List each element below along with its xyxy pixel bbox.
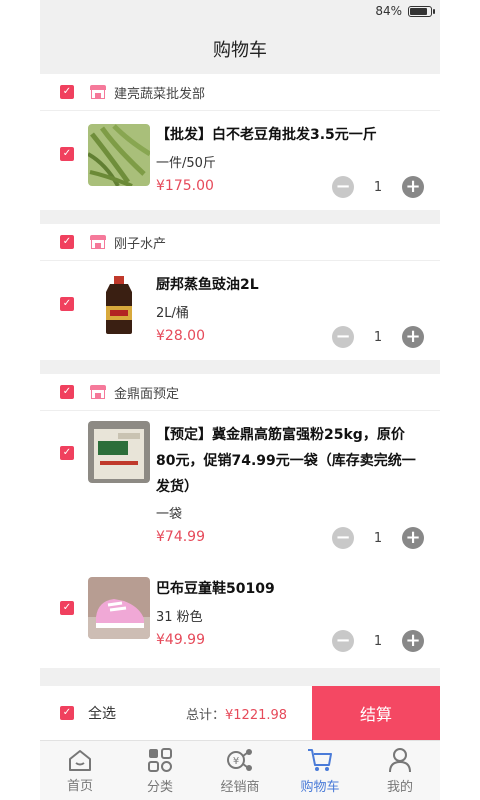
item-checkbox[interactable]: ✓: [60, 297, 74, 311]
decrease-button[interactable]: −: [332, 527, 354, 549]
tab-bar: 首页 分类 ¥ 经销商 购物车 我的: [40, 740, 440, 800]
quantity-stepper: − 1 +: [332, 527, 424, 549]
cart-item: ✓ 厨邦蒸鱼豉油2L 2L/桶 ¥28.00 − 1 +: [40, 260, 440, 360]
tab-dealer[interactable]: ¥ 经销商: [200, 741, 280, 800]
page-title: 购物车: [213, 40, 267, 61]
store-checkbox[interactable]: ✓: [60, 85, 74, 99]
quantity-value[interactable]: 1: [354, 180, 402, 195]
item-price: ¥49.99: [156, 632, 205, 648]
tab-category[interactable]: 分类: [120, 741, 200, 800]
tab-cart[interactable]: 购物车: [280, 741, 360, 800]
battery-percent: 84%: [375, 4, 402, 18]
tab-label: 购物车: [300, 780, 340, 795]
item-title[interactable]: 巴布豆童鞋50109: [156, 576, 416, 602]
increase-button[interactable]: +: [402, 176, 424, 198]
shop-icon: [90, 385, 106, 399]
total-amount: ¥1221.98: [225, 707, 288, 723]
product-image[interactable]: [88, 124, 150, 186]
item-price: ¥74.99: [156, 529, 205, 545]
app-frame: 84% 购物车 ✓ 建亮蔬菜批发部 ✓ 【批发】白不老豆角批发3.5元一斤 一件…: [40, 0, 440, 800]
svg-text:¥: ¥: [233, 756, 239, 767]
quantity-stepper: − 1 +: [332, 176, 424, 198]
item-price: ¥28.00: [156, 328, 205, 344]
store-checkbox[interactable]: ✓: [60, 385, 74, 399]
store-header: ✓ 建亮蔬菜批发部: [40, 74, 440, 111]
product-image[interactable]: [88, 421, 150, 483]
quantity-stepper: − 1 +: [332, 630, 424, 652]
quantity-stepper: − 1 +: [332, 326, 424, 348]
increase-button[interactable]: +: [402, 630, 424, 652]
store-name[interactable]: 金鼎面预定: [114, 383, 179, 402]
store-header: ✓ 金鼎面预定: [40, 374, 440, 411]
item-title[interactable]: 厨邦蒸鱼豉油2L: [156, 272, 416, 298]
checkout-button[interactable]: 结算: [312, 686, 440, 740]
select-all-label[interactable]: 全选: [88, 703, 116, 723]
quantity-value[interactable]: 1: [354, 330, 402, 345]
cart-item: ✓ 【批发】白不老豆角批发3.5元一斤 一件/50斤 ¥175.00 − 1 +: [40, 110, 440, 210]
store-name[interactable]: 建亮蔬菜批发部: [114, 83, 205, 102]
home-icon: [69, 750, 91, 771]
total-price: 总计：¥1221.98: [186, 704, 287, 723]
tab-label: 经销商: [220, 780, 260, 795]
item-spec: 一袋: [156, 507, 183, 522]
tab-label: 分类: [146, 780, 173, 795]
checkout-bar: ✓ 全选 总计：¥1221.98 结算: [40, 686, 440, 740]
store-checkbox[interactable]: ✓: [60, 235, 74, 249]
store-card: ✓ 刚子水产 ✓ 厨邦蒸鱼豉油2L 2L/桶 ¥28.00 − 1 +: [40, 224, 440, 360]
store-header: ✓ 刚子水产: [40, 224, 440, 261]
cart-item: ✓ 巴布豆童鞋50109 31 粉色 ¥49.99 − 1 +: [40, 564, 440, 664]
increase-button[interactable]: +: [402, 326, 424, 348]
item-spec: 2L/桶: [156, 306, 189, 321]
item-spec: 一件/50斤: [156, 156, 216, 171]
shop-icon: [90, 235, 106, 249]
item-spec: 31 粉色: [156, 610, 203, 625]
tab-label: 首页: [66, 779, 93, 794]
item-price: ¥175.00: [156, 178, 214, 194]
category-icon: [148, 748, 172, 772]
increase-button[interactable]: +: [402, 527, 424, 549]
store-card: ✓ 金鼎面预定 ✓ 【预定】冀金鼎高筋富强粉25kg，原价80元，促销74.99…: [40, 374, 440, 668]
quantity-value[interactable]: 1: [354, 634, 402, 649]
store-card: ✓ 建亮蔬菜批发部 ✓ 【批发】白不老豆角批发3.5元一斤 一件/50斤 ¥17…: [40, 74, 440, 210]
tab-profile[interactable]: 我的: [360, 741, 440, 800]
tab-label: 我的: [386, 780, 413, 795]
select-all-checkbox[interactable]: ✓: [60, 706, 74, 720]
profile-icon: [389, 748, 411, 773]
cart-item: ✓ 【预定】冀金鼎高筋富强粉25kg，原价80元，促销74.99元一袋（库存卖完…: [40, 410, 440, 560]
item-checkbox[interactable]: ✓: [60, 147, 74, 161]
quantity-value[interactable]: 1: [354, 531, 402, 546]
decrease-button[interactable]: −: [332, 176, 354, 198]
tab-home[interactable]: 首页: [40, 741, 120, 800]
cart-icon: [308, 749, 332, 771]
battery-icon: [408, 5, 435, 17]
item-title[interactable]: 【预定】冀金鼎高筋富强粉25kg，原价80元，促销74.99元一袋（库存卖完统一…: [156, 422, 416, 500]
total-label: 总计：: [186, 707, 226, 723]
item-title[interactable]: 【批发】白不老豆角批发3.5元一斤: [156, 122, 416, 148]
status-bar: 84%: [375, 4, 435, 18]
product-image[interactable]: [88, 577, 150, 639]
shop-icon: [90, 85, 106, 99]
item-checkbox[interactable]: ✓: [60, 601, 74, 615]
product-image[interactable]: [88, 274, 150, 336]
store-name[interactable]: 刚子水产: [114, 233, 166, 252]
dealer-icon: ¥: [227, 749, 252, 771]
decrease-button[interactable]: −: [332, 630, 354, 652]
item-checkbox[interactable]: ✓: [60, 446, 74, 460]
decrease-button[interactable]: −: [332, 326, 354, 348]
